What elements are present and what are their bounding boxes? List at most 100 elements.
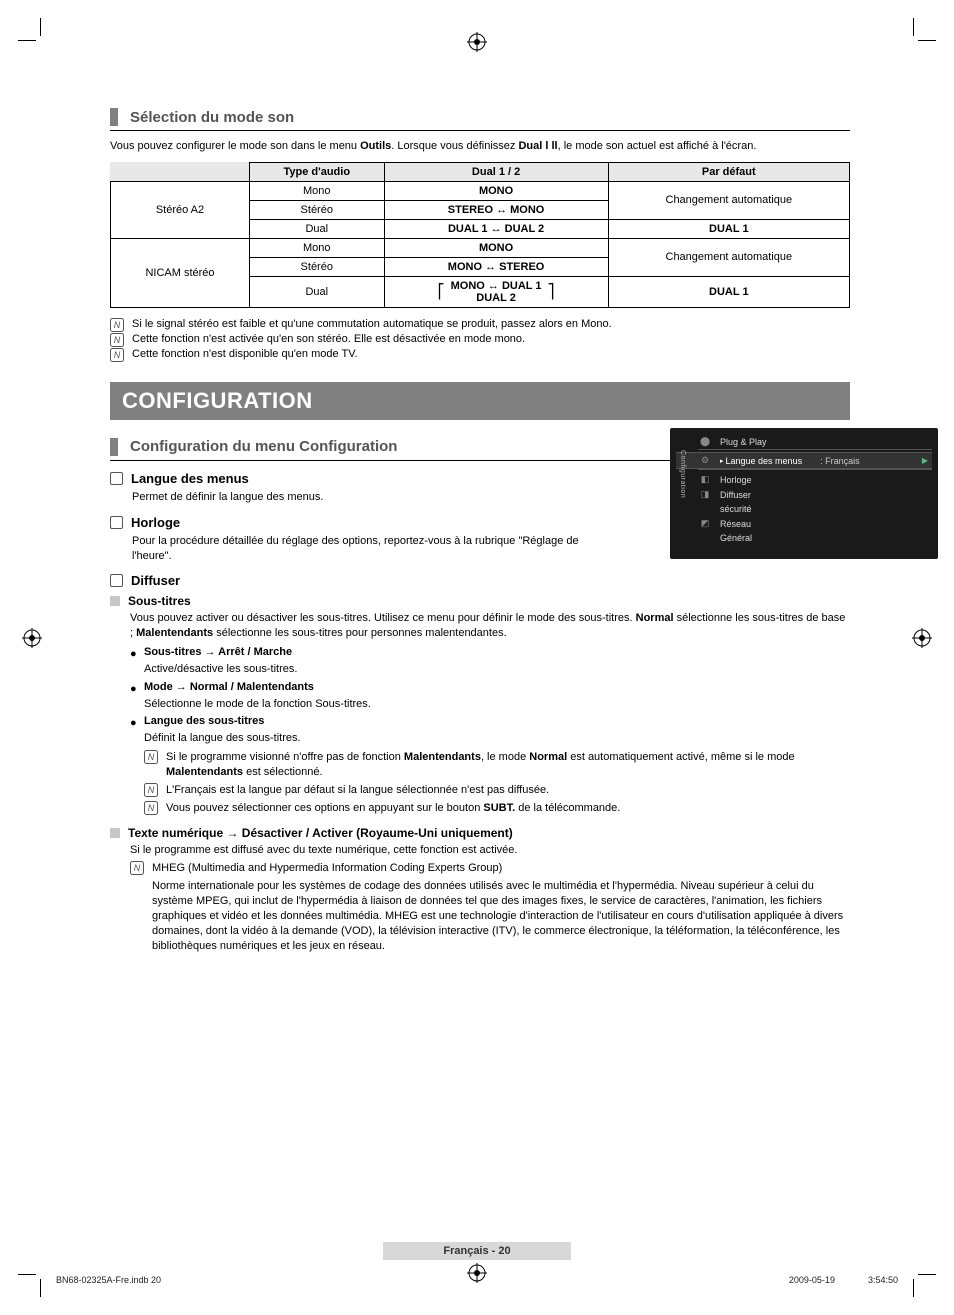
table-header: Type d'audio	[249, 162, 384, 181]
table-cell: DUAL 1	[608, 219, 849, 238]
chapter-banner: CONFIGURATION	[110, 382, 850, 420]
note-item: NL'Français est la langue par défaut si …	[144, 783, 850, 798]
osd-side-label: Configuration	[679, 450, 686, 498]
crop-mark	[913, 1279, 914, 1297]
osd-row: Horloge	[720, 475, 752, 485]
crop-mark	[18, 40, 36, 41]
menu-item-desc: Pour la procédure détaillée du réglage d…	[132, 534, 612, 564]
dot-icon: ●	[130, 716, 137, 731]
osd-row: Diffuser	[720, 490, 751, 500]
sub-bullet-icon	[110, 828, 120, 838]
square-bullet-icon	[110, 516, 123, 529]
note-item: NSi le signal stéréo est faible et qu'un…	[110, 318, 850, 330]
section-heading: Sélection du mode son	[130, 109, 294, 126]
intro-text: Vous pouvez configurer le mode son dans …	[110, 139, 850, 154]
bullet-item: ●Mode → Normal / MalentendantsSélectionn…	[130, 680, 850, 712]
svg-text:N: N	[114, 350, 121, 360]
chevron-right-icon: ▶	[922, 456, 928, 465]
audio-table: Type d'audio Dual 1 / 2 Par défaut Stéré…	[110, 162, 850, 308]
osd-preview: Configuration ⬤ Plug & Play ⚙ ▸ Langue de…	[670, 428, 938, 559]
table-cell: STEREO ↔ MONO	[384, 200, 608, 219]
square-bullet-icon	[110, 574, 123, 587]
note-item: N MHEG (Multimedia and Hypermedia Inform…	[130, 861, 850, 953]
table-cell: MONO	[384, 238, 608, 257]
table-row-label: NICAM stéréo	[111, 238, 250, 307]
svg-text:N: N	[148, 752, 155, 762]
page-number: Français - 20	[0, 1241, 954, 1259]
section-rule	[110, 130, 850, 131]
sub-item-title: Texte numérique → Désactiver / Activer (…	[128, 826, 513, 840]
osd-row: Plug & Play	[720, 437, 767, 447]
registration-mark-icon	[467, 32, 487, 52]
note-item: NCette fonction n'est disponible qu'en m…	[110, 348, 850, 360]
print-footer: BN68-02325A-Fre.indb 20 2009-05-19 3:54:…	[56, 1275, 898, 1285]
note-icon: N	[144, 801, 158, 820]
sub-bullet-icon	[110, 596, 120, 606]
table-cell: Changement automatique	[608, 238, 849, 276]
table-cell: Dual	[249, 276, 384, 307]
crop-mark	[918, 40, 936, 41]
osd-row-highlight: ⚙ ▸ Langue des menus: Français▶	[676, 452, 932, 469]
bullet-item: ●Langue des sous-titresDéfinit la langue…	[130, 714, 850, 746]
registration-mark-icon	[22, 628, 42, 648]
table-cell: MONO ↔ STEREO	[384, 257, 608, 276]
osd-icon: ◩	[698, 518, 712, 529]
crop-mark	[913, 18, 914, 36]
table-cell: Mono	[249, 238, 384, 257]
square-bullet-icon	[110, 472, 123, 485]
crop-mark	[40, 18, 41, 36]
table-cell: ⎡ MONO ↔ DUAL 1 DUAL 2 ⎤	[384, 276, 608, 307]
sub-item-desc: Vous pouvez activer ou désactiver les so…	[130, 611, 850, 641]
svg-text:N: N	[148, 803, 155, 813]
crop-mark	[918, 1274, 936, 1275]
table-cell: Mono	[249, 181, 384, 200]
menu-item-title: Langue des menus	[131, 471, 249, 486]
table-cell: Dual	[249, 219, 384, 238]
osd-icon: ◧	[698, 474, 712, 485]
osd-row: sécurité	[720, 504, 752, 514]
note-icon: N	[144, 783, 158, 802]
svg-text:N: N	[134, 863, 141, 873]
table-cell: Stéréo	[249, 200, 384, 219]
footer-date: 2009-05-19	[789, 1275, 835, 1285]
footer-left: BN68-02325A-Fre.indb 20	[56, 1275, 161, 1285]
table-header: Par défaut	[608, 162, 849, 181]
svg-text:N: N	[114, 320, 121, 330]
menu-item-title: Horloge	[131, 515, 180, 530]
footer-time: 3:54:50	[868, 1275, 898, 1285]
crop-mark	[18, 1274, 36, 1275]
osd-icon: ◨	[698, 489, 712, 500]
table-cell: Changement automatique	[608, 181, 849, 219]
osd-row: Réseau	[720, 519, 751, 529]
bullet-item: ●Sous-titres → Arrêt / MarcheActive/désa…	[130, 645, 850, 677]
registration-mark-icon	[912, 628, 932, 648]
osd-icon: ⬤	[698, 436, 712, 447]
note-icon: N	[144, 750, 158, 769]
section-heading: Configuration du menu Configuration	[130, 438, 397, 455]
table-header: Dual 1 / 2	[384, 162, 608, 181]
note-item: NCette fonction n'est activée qu'en son …	[110, 333, 850, 345]
gear-icon: ⚙	[698, 455, 712, 466]
table-row-label: Stéréo A2	[111, 181, 250, 238]
table-cell: MONO	[384, 181, 608, 200]
menu-item-title: Diffuser	[131, 573, 180, 588]
note-icon: N	[110, 348, 124, 365]
table-cell: Stéréo	[249, 257, 384, 276]
dot-icon: ●	[130, 647, 137, 662]
crop-mark	[40, 1279, 41, 1297]
svg-text:N: N	[148, 785, 155, 795]
sub-item-title: Sous-titres	[128, 594, 191, 608]
section-bar	[110, 108, 118, 126]
bracket-icon: ⎡	[438, 283, 445, 300]
note-item: N Vous pouvez sélectionner ces options e…	[144, 801, 850, 816]
table-cell: DUAL 1 ↔ DUAL 2	[384, 219, 608, 238]
section-bar	[110, 438, 118, 456]
sub-item-desc: Si le programme est diffusé avec du text…	[130, 843, 850, 858]
osd-row: Général	[720, 533, 752, 543]
note-item: N Si le programme visionné n'offre pas d…	[144, 750, 850, 780]
note-icon: N	[130, 861, 144, 880]
svg-text:N: N	[114, 335, 121, 345]
bracket-icon: ⎤	[548, 283, 555, 300]
dot-icon: ●	[130, 682, 137, 697]
table-cell: DUAL 1	[608, 276, 849, 307]
